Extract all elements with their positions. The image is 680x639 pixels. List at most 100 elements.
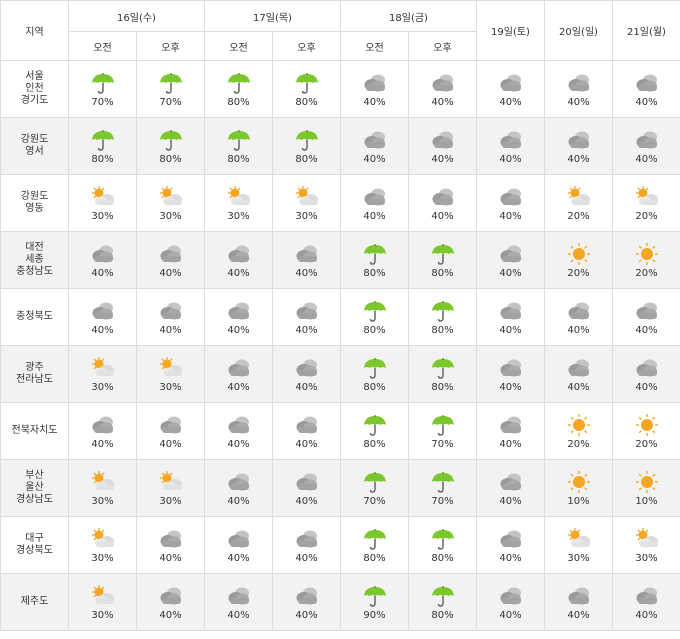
- precipitation-percent: 40%: [295, 267, 318, 279]
- precipitation-percent: 80%: [431, 381, 454, 393]
- forecast-cell: 20%: [544, 402, 613, 460]
- cloud-icon: [89, 299, 117, 323]
- forecast-cell: 40%: [544, 288, 613, 346]
- precipitation-percent: 40%: [499, 438, 522, 450]
- cloud-icon: [497, 299, 525, 323]
- forecast-cell: 40%: [136, 231, 205, 289]
- precipitation-percent: 40%: [431, 210, 454, 222]
- precipitation-percent: 40%: [227, 609, 250, 621]
- precipitation-percent: 70%: [431, 495, 454, 507]
- umbrella-icon: [429, 299, 457, 323]
- forecast-cell: 40%: [272, 288, 341, 346]
- cloud-icon: [429, 185, 457, 209]
- forecast-cell: 20%: [544, 174, 613, 232]
- table-row: 대전 세종 충청남도 40% 40% 40% 40% 80% 80% 40% 20% 20%: [0, 231, 680, 289]
- precipitation-percent: 40%: [227, 495, 250, 507]
- forecast-cell: 90%: [340, 573, 409, 631]
- umbrella-icon: [89, 128, 117, 152]
- cloud-icon: [497, 185, 525, 209]
- umbrella-icon: [225, 71, 253, 95]
- forecast-cell: 80%: [340, 231, 409, 289]
- am-header: 오전: [340, 31, 409, 61]
- precipitation-percent: 80%: [159, 153, 182, 165]
- forecast-cell: 30%: [204, 174, 273, 232]
- precipitation-percent: 40%: [567, 96, 590, 108]
- precipitation-percent: 40%: [499, 609, 522, 621]
- sun-icon: [565, 242, 593, 266]
- region-name-line: 대구: [25, 533, 44, 544]
- cloud-icon: [225, 413, 253, 437]
- cloud-icon: [157, 242, 185, 266]
- cloud-icon: [225, 527, 253, 551]
- cloud-icon: [497, 527, 525, 551]
- cloud-icon: [361, 71, 389, 95]
- cloud-icon: [565, 584, 593, 608]
- sun-cloud-icon: [89, 527, 117, 551]
- sun-icon: [633, 470, 661, 494]
- precipitation-percent: 30%: [159, 381, 182, 393]
- region-name-line: 충청남도: [16, 266, 53, 277]
- sun-cloud-icon: [89, 185, 117, 209]
- forecast-cell: 70%: [136, 60, 205, 118]
- region-name-line: 서울: [25, 71, 44, 82]
- cloud-icon: [429, 128, 457, 152]
- umbrella-icon: [429, 527, 457, 551]
- day-header-18: 18일(금): [340, 0, 477, 32]
- precipitation-percent: 20%: [635, 210, 658, 222]
- forecast-cell: 40%: [204, 402, 273, 460]
- forecast-cell: 80%: [272, 60, 341, 118]
- precipitation-percent: 20%: [567, 267, 590, 279]
- cloud-icon: [565, 128, 593, 152]
- precipitation-percent: 40%: [499, 495, 522, 507]
- region-name-line: 충청북도: [16, 311, 53, 322]
- precipitation-percent: 40%: [567, 609, 590, 621]
- cloud-icon: [293, 356, 321, 380]
- precipitation-percent: 40%: [295, 552, 318, 564]
- precipitation-percent: 80%: [295, 153, 318, 165]
- cloud-icon: [497, 584, 525, 608]
- precipitation-percent: 80%: [227, 96, 250, 108]
- sun-cloud-icon: [565, 527, 593, 551]
- precipitation-percent: 40%: [635, 96, 658, 108]
- umbrella-icon: [89, 71, 117, 95]
- precipitation-percent: 40%: [431, 153, 454, 165]
- precipitation-percent: 30%: [159, 495, 182, 507]
- precipitation-percent: 30%: [635, 552, 658, 564]
- umbrella-icon: [429, 413, 457, 437]
- cloud-icon: [497, 356, 525, 380]
- forecast-cell: 40%: [476, 573, 545, 631]
- cloud-icon: [429, 71, 457, 95]
- precipitation-percent: 10%: [635, 495, 658, 507]
- table-row: 광주 전라남도 30% 30% 40% 40% 80% 80% 40% 40% 40%: [0, 345, 680, 403]
- region-name-line: 제주도: [20, 596, 49, 607]
- cloud-icon: [565, 299, 593, 323]
- forecast-cell: 10%: [612, 459, 680, 517]
- table-row: 강원도 영동 30% 30% 30% 30% 40% 40% 40% 20% 20%: [0, 174, 680, 232]
- region-name-line: 전북자치도: [11, 425, 58, 436]
- precipitation-percent: 40%: [363, 153, 386, 165]
- precipitation-percent: 40%: [499, 381, 522, 393]
- cloud-icon: [225, 470, 253, 494]
- region-name-line: 전라남도: [16, 374, 53, 385]
- forecast-cell: 40%: [68, 288, 137, 346]
- forecast-cell: 40%: [272, 459, 341, 517]
- forecast-cell: 30%: [68, 459, 137, 517]
- precipitation-percent: 70%: [159, 96, 182, 108]
- table-row: 대구 경상북도 30% 40% 40% 40% 80% 80% 40% 30% 30%: [0, 516, 680, 574]
- umbrella-icon: [361, 242, 389, 266]
- forecast-cell: 70%: [68, 60, 137, 118]
- forecast-cell: 40%: [544, 117, 613, 175]
- umbrella-icon: [293, 71, 321, 95]
- cloud-icon: [633, 299, 661, 323]
- forecast-cell: 40%: [340, 60, 409, 118]
- region-name-line: 경상북도: [16, 545, 53, 556]
- region-name-line: 경상남도: [16, 494, 53, 505]
- precipitation-percent: 30%: [91, 552, 114, 564]
- forecast-cell: 40%: [340, 117, 409, 175]
- cloud-icon: [497, 71, 525, 95]
- precipitation-percent: 20%: [635, 267, 658, 279]
- cloud-icon: [633, 71, 661, 95]
- forecast-cell: 40%: [476, 459, 545, 517]
- region-name: 부산 울산 경상남도: [0, 459, 69, 517]
- table-row: 충청북도 40% 40% 40% 40% 80% 80% 40% 40% 40%: [0, 288, 680, 346]
